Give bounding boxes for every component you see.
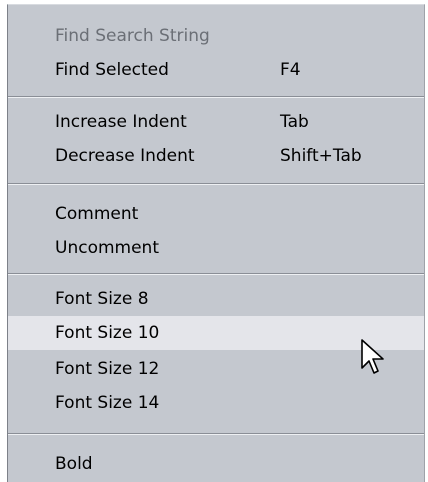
- menu-item-decrease-indent[interactable]: Decrease Indent Shift+Tab: [8, 139, 424, 173]
- menu-item-label: Font Size 14: [55, 393, 160, 413]
- menu-separator: [8, 273, 424, 275]
- menu-separator: [8, 96, 424, 98]
- menu-separator: [8, 183, 424, 185]
- menu-item-shortcut: Shift+Tab: [280, 146, 362, 166]
- menu-item-shortcut: Tab: [280, 112, 309, 132]
- menu-item-font-size-8[interactable]: Font Size 8: [8, 282, 424, 316]
- menu-item-label: Font Size 12: [55, 359, 160, 379]
- menu-item-label: Increase Indent: [55, 112, 187, 132]
- menu-item-label: Uncomment: [55, 238, 159, 258]
- menu-item-label: Decrease Indent: [55, 146, 195, 166]
- menu-item-label: Bold: [55, 454, 93, 474]
- menu-item-label: Font Size 10: [55, 323, 160, 343]
- menu-item-label: Comment: [55, 204, 139, 224]
- menu-item-find-search-string[interactable]: Find Search String: [8, 19, 424, 53]
- menu-item-label: Font Size 8: [55, 289, 149, 309]
- menu-item-label: Find Search String: [55, 26, 210, 46]
- menu-item-font-size-14[interactable]: Font Size 14: [8, 386, 424, 420]
- menu-item-label: Find Selected: [55, 60, 169, 80]
- context-menu: Find Search String Find Selected F4 Incr…: [7, 4, 425, 482]
- menu-item-uncomment[interactable]: Uncomment: [8, 231, 424, 265]
- mouse-pointer-icon: [361, 339, 384, 374]
- menu-item-find-selected[interactable]: Find Selected F4: [8, 53, 424, 87]
- menu-item-increase-indent[interactable]: Increase Indent Tab: [8, 105, 424, 139]
- menu-item-shortcut: F4: [280, 60, 301, 80]
- menu-item-comment[interactable]: Comment: [8, 197, 424, 231]
- menu-separator: [8, 433, 424, 435]
- menu-item-bold[interactable]: Bold: [8, 447, 424, 481]
